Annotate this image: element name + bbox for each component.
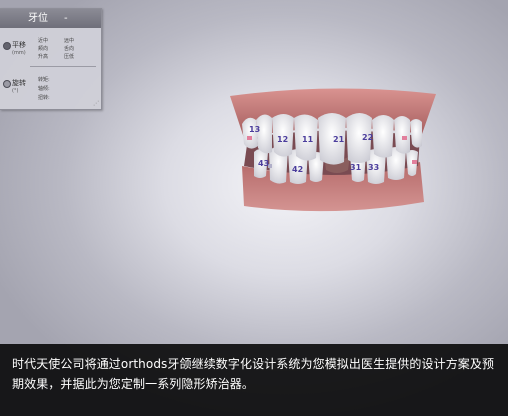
- translation-label: 平移: [12, 41, 26, 49]
- resize-grip-icon[interactable]: ⋰: [93, 100, 99, 107]
- torque-label: 转矩:: [38, 77, 50, 83]
- translation-radio[interactable]: [3, 42, 11, 50]
- tooth-number-11[interactable]: 11: [302, 135, 314, 144]
- collapse-button[interactable]: -: [64, 9, 68, 28]
- tooth-number-42[interactable]: 42: [292, 165, 303, 174]
- panel-title: 牙位: [28, 13, 48, 24]
- tooth-number-22[interactable]: 22: [362, 133, 373, 142]
- caption-text: 时代天使公司将通过orthods牙颌继续数字化设计系统为您模拟出医生提供的设计方…: [12, 357, 495, 391]
- tooth-position-panel: 牙位 - 平移 (mm) 近中 颊向 升高 远中 舌向 压低 旋转 (°) 转矩…: [0, 8, 102, 110]
- tooth-number-12[interactable]: 12: [277, 135, 288, 144]
- rotation-radio[interactable]: [3, 80, 11, 88]
- translation-unit: (mm): [12, 50, 26, 56]
- extrude-label: 升高: [38, 54, 49, 60]
- caption-bar: 时代天使公司将通过orthods牙颌继续数字化设计系统为您模拟出医生提供的设计方…: [0, 344, 508, 416]
- panel-divider: [30, 66, 96, 67]
- tooth-number-13[interactable]: 13: [249, 125, 260, 134]
- tooth-number-31[interactable]: 31: [350, 163, 362, 172]
- rotation-unit: (°): [12, 88, 19, 94]
- attachment-marker: [412, 160, 417, 164]
- mesial-label: 近中: [38, 38, 49, 44]
- rotation-label: 旋转: [12, 79, 26, 87]
- tooth-number-43[interactable]: 43: [258, 159, 269, 168]
- buccal-label: 颊向: [38, 46, 49, 52]
- rotation-item-label: 扭转:: [38, 95, 50, 101]
- dental-model-3d[interactable]: 13 12 11 21 22 43 42 31 33: [222, 80, 442, 220]
- tip-label: 轴倾:: [38, 86, 50, 92]
- panel-header: 牙位 -: [0, 9, 101, 28]
- tooth-number-21[interactable]: 21: [333, 135, 345, 144]
- lingual-label: 舌向: [64, 46, 75, 52]
- attachment-marker: [247, 136, 252, 140]
- distal-label: 远中: [64, 38, 75, 44]
- attachment-marker: [402, 136, 407, 140]
- intrude-label: 压低: [64, 54, 75, 60]
- tooth-number-33[interactable]: 33: [368, 163, 379, 172]
